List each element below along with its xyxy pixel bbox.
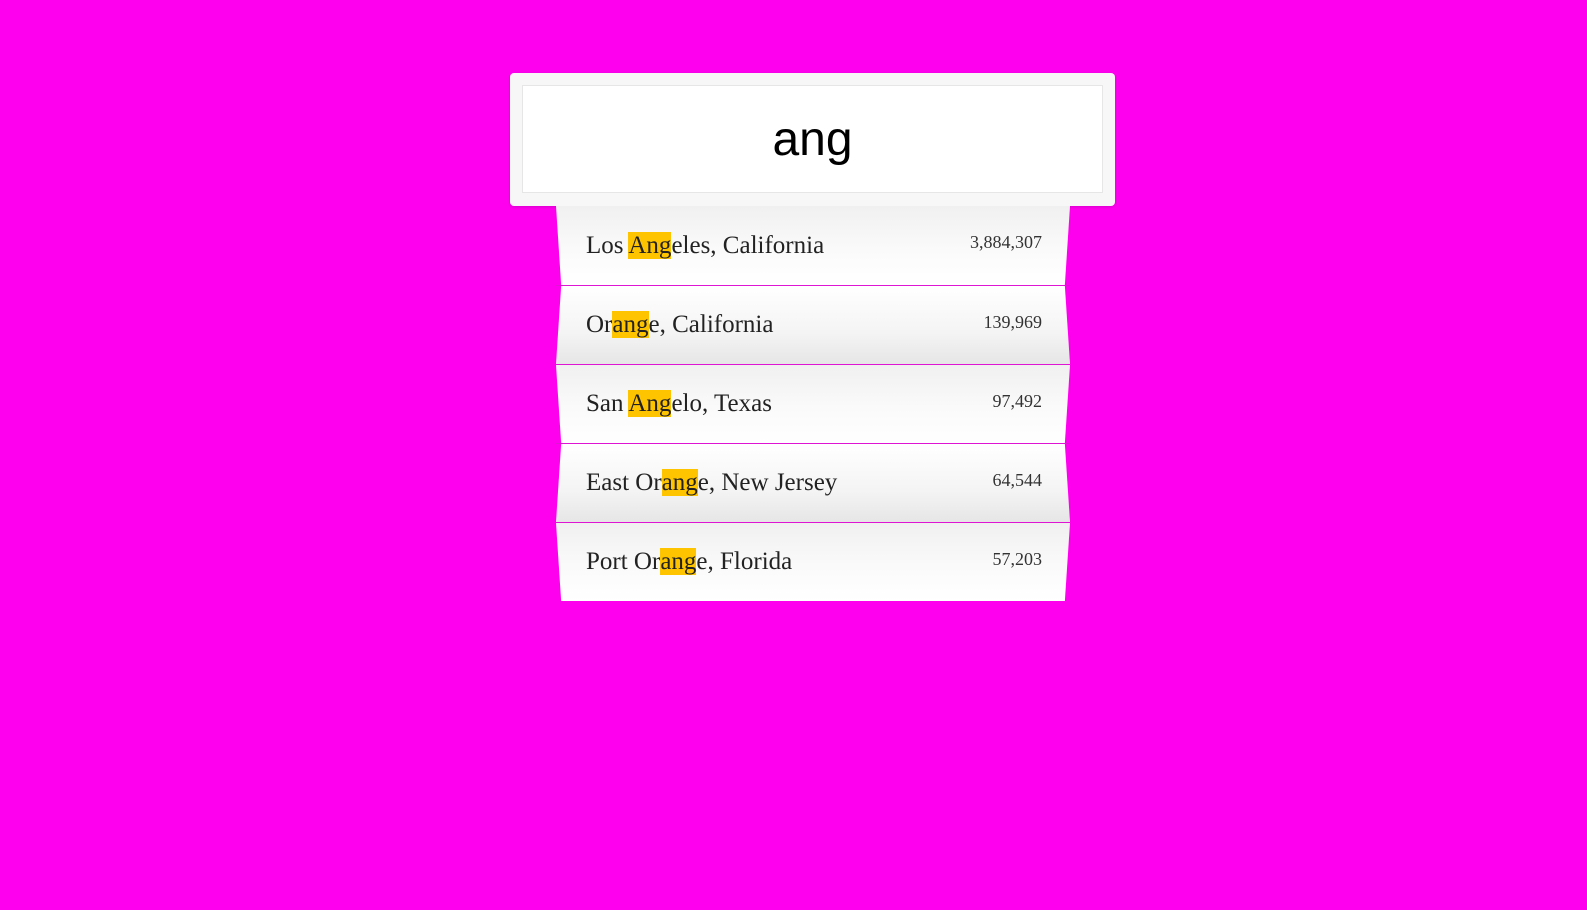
city-name: San Angelo, Texas (586, 390, 772, 417)
city-name: Orange, California (586, 311, 774, 338)
suggestion-item[interactable]: San Angelo, Texas 97,492 (556, 364, 1070, 443)
city-name: Port Orange, Florida (586, 548, 793, 575)
population: 64,544 (992, 469, 1043, 490)
city-name: East Orange, New Jersey (586, 469, 838, 496)
match-highlight: Ang (628, 231, 672, 259)
match-highlight: ang (660, 548, 697, 575)
match-highlight: Ang (628, 390, 672, 417)
population: 139,969 (983, 311, 1043, 332)
suggestions-list: Los Angeles, California 3,884,307 Orange… (556, 206, 1070, 601)
match-highlight: ang (661, 469, 698, 496)
population: 97,492 (992, 390, 1043, 411)
search-input[interactable] (522, 85, 1103, 193)
search-form (510, 73, 1115, 206)
suggestion-item[interactable]: Los Angeles, California 3,884,307 (556, 206, 1070, 285)
population: 57,203 (992, 548, 1043, 569)
suggestion-item[interactable]: East Orange, New Jersey 64,544 (556, 443, 1070, 522)
suggestion-item[interactable]: Port Orange, Florida 57,203 (556, 522, 1070, 601)
population: 3,884,307 (970, 232, 1042, 252)
suggestion-item[interactable]: Orange, California 139,969 (556, 285, 1070, 364)
city-name: Los Angeles, California (586, 231, 825, 259)
match-highlight: ang (612, 311, 649, 338)
